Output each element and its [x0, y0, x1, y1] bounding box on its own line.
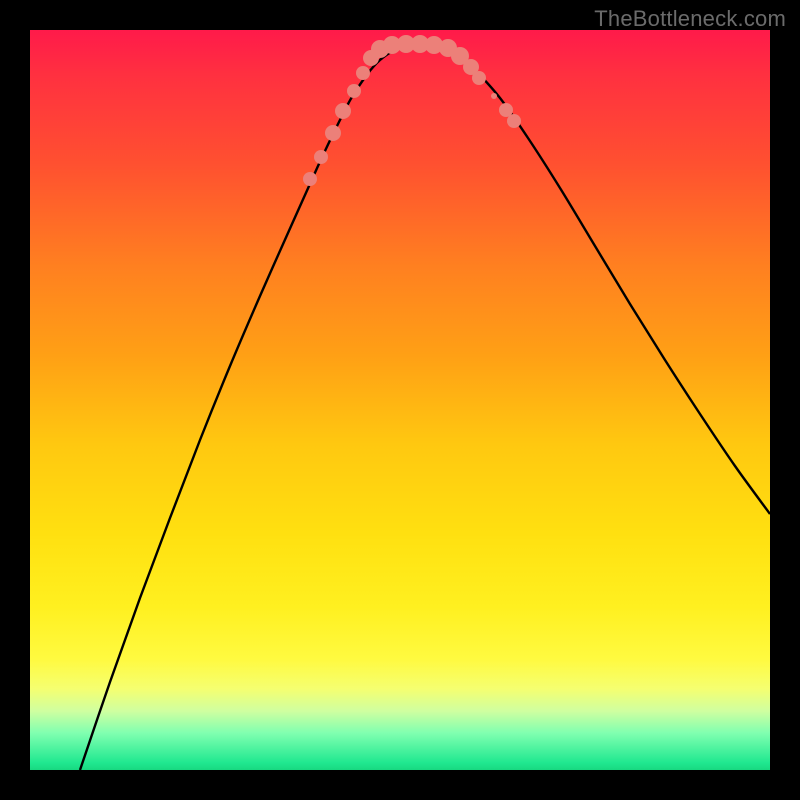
data-point [303, 172, 317, 186]
chart-frame: TheBottleneck.com [0, 0, 800, 800]
data-point [347, 84, 361, 98]
data-point [507, 114, 521, 128]
data-point [491, 93, 497, 99]
bottleneck-curve [30, 30, 770, 770]
data-point [335, 103, 351, 119]
data-point [314, 150, 328, 164]
data-point [325, 125, 341, 141]
watermark-text: TheBottleneck.com [594, 6, 786, 32]
data-point [356, 66, 370, 80]
plot-area [30, 30, 770, 770]
data-point [472, 71, 486, 85]
